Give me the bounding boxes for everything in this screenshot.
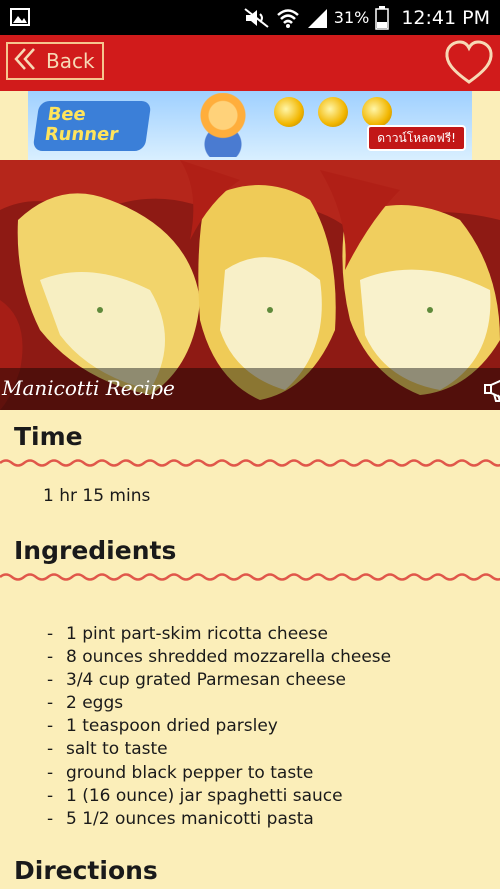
back-label: Back [46,49,95,73]
list-item: -1 (16 ounce) jar spaghetti sauce [47,785,343,806]
directions-heading: Directions [14,856,158,885]
app-bar: Back [0,35,500,91]
coin-icon [362,97,392,127]
heart-icon[interactable] [444,40,494,90]
hero-caption-bar: Manicotti Recipe [0,368,500,410]
ingredients-list: -1 pint part-skim ricotta cheese -8 ounc… [47,623,391,831]
wifi-icon [276,7,300,29]
section-divider [0,459,500,467]
time-value: 1 hr 15 mins [43,486,151,506]
recipe-title: Manicotti Recipe [2,376,175,400]
battery-icon [375,5,390,30]
coin-icon [274,97,304,127]
signal-icon [306,7,328,29]
back-button[interactable]: Back [6,42,104,80]
clock: 12:41 PM [401,6,490,29]
image-icon [10,8,30,26]
list-item: -3/4 cup grated Parmesan cheese [47,670,347,691]
list-item: - salt to taste [47,739,168,760]
status-bar: 31% 12:41 PM [0,0,500,35]
list-item: -8 ounces shredded mozzarella cheese [47,647,392,668]
ingredients-heading: Ingredients [14,536,177,565]
list-item: -2 eggs [47,693,124,714]
time-heading: Time [14,422,83,451]
chevron-left-double-icon [14,47,36,76]
list-item: -1 teaspoon dried parsley [47,716,278,737]
ad-character-illustration [188,93,258,157]
battery-percent: 31% [333,8,370,27]
list-item: -5 1/2 ounces manicotti pasta [47,808,314,829]
coin-icon [318,97,348,127]
list-item: - ground black pepper to taste [47,762,314,783]
section-divider [0,573,500,581]
list-item: -1 pint part-skim ricotta cheese [47,624,328,644]
ad-download-label: ดาวน์โหลดฟรี! [367,125,466,151]
mute-icon [244,7,270,29]
banner-ad[interactable]: Bee Runner ดาวน์โหลดฟรี! [28,91,472,160]
recipe-hero-image: Manicotti Recipe [0,160,500,410]
ad-logo: Bee Runner [32,101,152,151]
